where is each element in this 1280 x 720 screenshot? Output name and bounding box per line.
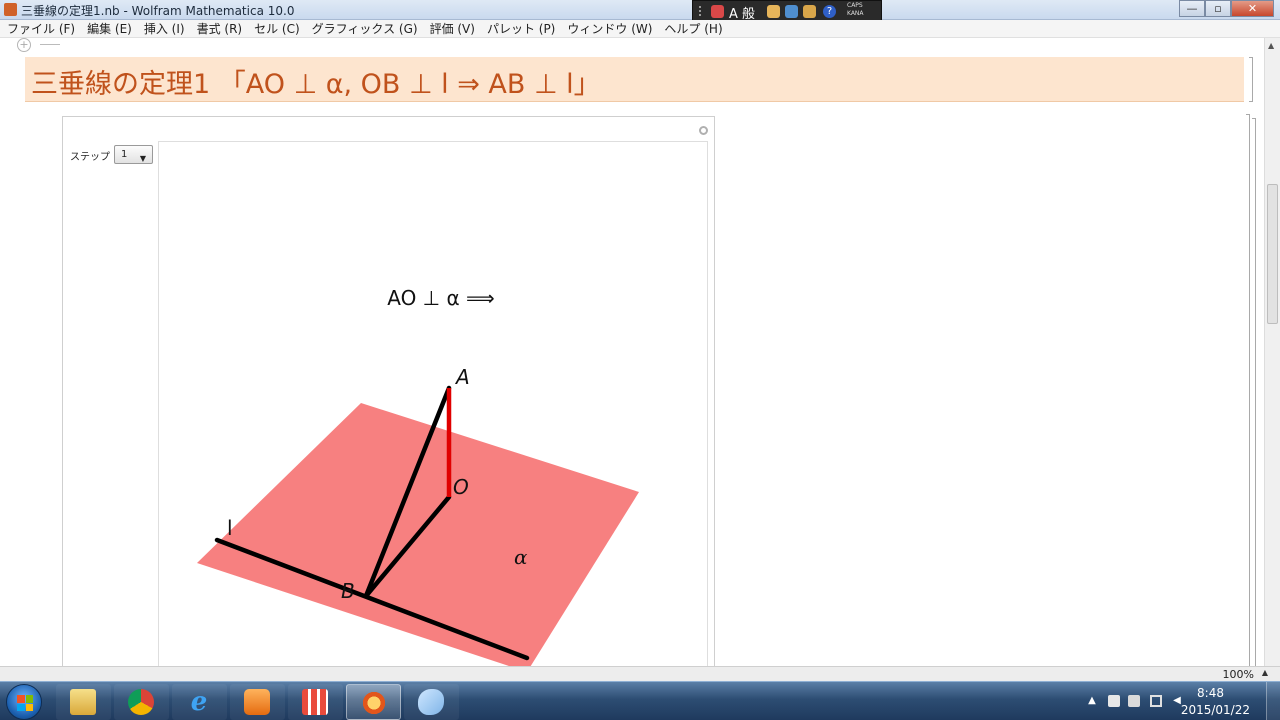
zoom-level[interactable]: 100% [1223, 668, 1254, 681]
windows-logo-icon [17, 695, 33, 711]
step-dropdown[interactable]: 1 ▼ [114, 145, 153, 164]
taskbar-mathematica[interactable] [346, 684, 401, 720]
maximize-button[interactable]: ▫ [1205, 0, 1231, 17]
network-icon[interactable] [1150, 695, 1162, 707]
menu-edit[interactable]: 編集 (E) [87, 20, 132, 37]
step-control-label: ステップ [70, 152, 110, 163]
start-button[interactable] [6, 684, 42, 720]
mathematica-icon [361, 690, 387, 716]
point-b-label: B [341, 579, 355, 603]
mathematica-app-icon[interactable] [4, 3, 17, 16]
menu-graphics[interactable]: グラフィックス (G) [312, 20, 418, 37]
scrollbar-thumb[interactable] [1267, 184, 1278, 324]
menu-evaluation[interactable]: 評価 (V) [430, 20, 475, 37]
window-title: 三垂線の定理1.nb - Wolfram Mathematica 10.0 [21, 4, 295, 18]
ime-tools-icon[interactable] [803, 5, 816, 18]
output-cell-bracket-inner[interactable] [1252, 118, 1256, 670]
window-controls: — ▫ ✕ [1179, 0, 1274, 18]
taskbar-paint[interactable] [404, 684, 459, 720]
title-cell-text: 三垂線の定理1 「AO ⊥ α, OB ⊥ l ⇒ AB ⊥ l」 [31, 69, 601, 100]
manipulate-content: AO ⊥ α ⟹ A O B l α [158, 141, 708, 677]
ime-help-icon[interactable]: ? [823, 5, 836, 18]
title-cell-bracket[interactable] [1249, 57, 1253, 102]
screen: 三垂線の定理1.nb - Wolfram Mathematica 10.0 A … [0, 0, 1280, 720]
manipulate-panel: ステップ 1 ▼ AO ⊥ α ⟹ A O B l α [62, 116, 715, 677]
vertical-scrollbar[interactable]: ▲ [1264, 38, 1280, 666]
menu-palettes[interactable]: パレット (P) [487, 20, 555, 37]
media-player-icon [244, 689, 270, 715]
windows-taskbar: e ▲ ◀ 8:48 2015/01/22 [0, 681, 1280, 720]
system-tray: ▲ ◀ 8:48 2015/01/22 [1070, 682, 1280, 720]
add-cell-icon[interactable]: + [17, 38, 31, 52]
clock-date[interactable]: 2015/01/22 [1181, 703, 1250, 717]
taskbar-explorer[interactable] [56, 684, 111, 720]
caps-indicator: CAPS KANA [847, 2, 864, 18]
chrome-icon [128, 689, 154, 715]
title-cell[interactable]: 三垂線の定理1 「AO ⊥ α, OB ⊥ l ⇒ AB ⊥ l」 [25, 57, 1244, 102]
scroll-up-icon[interactable]: ▲ [1268, 41, 1274, 50]
explorer-icon [70, 689, 96, 715]
close-button[interactable]: ✕ [1231, 0, 1274, 17]
menu-file[interactable]: ファイル (F) [7, 20, 75, 37]
ime-tool-icon[interactable] [711, 5, 724, 18]
device-icon[interactable] [1128, 695, 1140, 707]
plane-alpha-label: α [514, 545, 528, 569]
ie-icon: e [190, 687, 208, 717]
ime-dictionary-icon[interactable] [767, 5, 780, 18]
cell-insertion-line [40, 44, 60, 45]
show-hidden-icons-icon[interactable]: ▲ [1086, 695, 1098, 707]
line-l-label: l [227, 516, 233, 540]
status-bar: 100% ▲ [0, 666, 1280, 681]
ime-grip-icon[interactable] [699, 6, 707, 16]
taskbar-chrome[interactable] [114, 684, 169, 720]
taskbar-app-grid[interactable] [288, 684, 343, 720]
point-o-label: O [453, 475, 469, 499]
show-desktop-button[interactable] [1266, 682, 1280, 720]
menu-window[interactable]: ウィンドウ (W) [567, 20, 652, 37]
menu-bar: ファイル (F) 編集 (E) 挿入 (I) 書式 (R) セル (C) グラフ… [0, 20, 1280, 38]
menu-help[interactable]: ヘルプ (H) [664, 20, 722, 37]
action-center-icon[interactable] [1108, 695, 1120, 707]
paint-icon [418, 689, 444, 715]
plane-alpha [197, 403, 639, 672]
manipulate-options-icon[interactable] [699, 126, 708, 135]
minimize-button[interactable]: — [1179, 0, 1205, 17]
geometry-figure[interactable]: AO ⊥ α ⟹ A O B l α [159, 142, 708, 677]
zoom-menu-icon[interactable]: ▲ [1262, 668, 1268, 677]
step-dropdown-value: 1 [121, 149, 128, 160]
kana-label: KANA [847, 10, 864, 17]
output-cell-bracket-outer[interactable] [1246, 114, 1250, 670]
clock-time[interactable]: 8:48 [1197, 686, 1224, 700]
ime-language-bar[interactable]: A 般 ? CAPS KANA [692, 0, 882, 22]
window-title-bar[interactable]: 三垂線の定理1.nb - Wolfram Mathematica 10.0 A … [0, 0, 1280, 22]
taskbar-media-player[interactable] [230, 684, 285, 720]
menu-cell[interactable]: セル (C) [254, 20, 300, 37]
taskbar-internet-explorer[interactable]: e [172, 684, 227, 720]
caps-label: CAPS [847, 2, 863, 9]
chevron-down-icon: ▼ [139, 154, 146, 163]
step-caption: AO ⊥ α ⟹ [387, 286, 494, 310]
ime-pad-icon[interactable] [785, 5, 798, 18]
app-grid-icon [302, 689, 328, 715]
point-a-label: A [454, 365, 470, 389]
menu-format[interactable]: 書式 (R) [197, 20, 243, 37]
menu-insert[interactable]: 挿入 (I) [144, 20, 185, 37]
